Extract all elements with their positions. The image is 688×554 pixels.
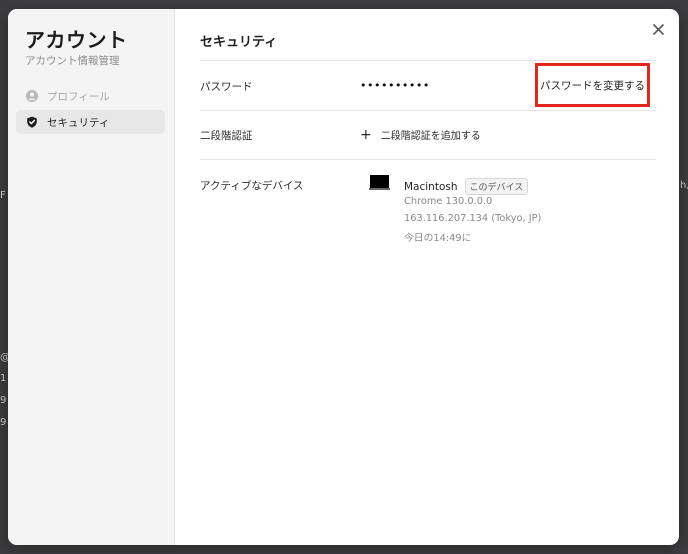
background-fragment: 1 — [0, 373, 7, 384]
add-two-factor-label: 二段階認証を追加する — [380, 131, 481, 142]
sidebar-subtitle: アカウント情報管理 — [25, 55, 120, 67]
device-browser: Chrome 130.0.0.0 — [404, 196, 493, 207]
change-password-button[interactable]: パスワードを変更する — [535, 63, 650, 107]
divider — [200, 159, 656, 160]
sidebar: アカウント アカウント情報管理 プロフィール セキュリティ — [8, 9, 175, 545]
shield-icon — [26, 116, 38, 128]
password-label: パスワード — [200, 81, 253, 93]
password-value: •••••••••• — [360, 79, 430, 92]
divider — [200, 110, 656, 111]
background-fragment: F — [0, 190, 6, 201]
add-two-factor-button[interactable]: + 二段階認証を追加する — [360, 126, 481, 143]
plus-icon: + — [360, 126, 372, 143]
page-title: セキュリティ — [200, 35, 278, 50]
divider — [200, 60, 656, 61]
sidebar-item-label: セキュリティ — [47, 116, 110, 129]
background-fragment: 9 — [0, 417, 7, 428]
security-content: セキュリティ パスワード •••••••••• パスワードを変更する 二段階認証… — [200, 9, 679, 545]
sidebar-item-profile[interactable]: プロフィール — [16, 84, 165, 108]
active-devices-label: アクティブなデバイス — [200, 180, 304, 192]
sidebar-item-security[interactable]: セキュリティ — [16, 110, 165, 134]
device-ip: 163.116.207.134 (Tokyo, JP) — [404, 213, 542, 224]
user-circle-icon — [26, 90, 38, 102]
sidebar-title: アカウント — [25, 28, 128, 52]
this-device-badge: このデバイス — [464, 178, 529, 195]
account-modal: アカウント アカウント情報管理 プロフィール セキュリティ セキュリティ パスワ… — [8, 9, 679, 545]
device-name: Macintosh — [404, 180, 458, 193]
device-last-seen: 今日の14:49に — [404, 233, 472, 244]
two-factor-label: 二段階認証 — [200, 130, 253, 142]
laptop-icon — [369, 175, 390, 191]
background-fragment: h, — [680, 180, 688, 191]
sidebar-item-label: プロフィール — [47, 90, 110, 103]
device-name-row: Macintosh このデバイス — [404, 178, 529, 195]
background-fragment: 9 — [0, 395, 7, 406]
